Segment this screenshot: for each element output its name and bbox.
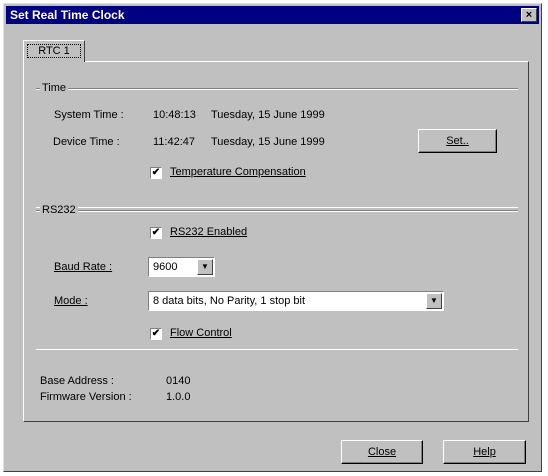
device-date-value: Tuesday, 15 June 1999: [211, 136, 325, 148]
device-time-label: Device Time :: [53, 136, 120, 148]
close-button[interactable]: Close: [341, 440, 423, 464]
chevron-down-icon[interactable]: ▼: [426, 293, 442, 309]
firmware-version-label: Firmware Version :: [40, 391, 132, 403]
close-icon: ×: [525, 9, 533, 21]
device-time-value: 11:42:47: [153, 136, 196, 148]
mode-select[interactable]: 8 data bits, No Parity, 1 stop bit ▼: [148, 291, 444, 311]
rs232-enabled-checkbox[interactable]: ✔: [150, 227, 162, 239]
chevron-down-icon[interactable]: ▼: [197, 259, 213, 275]
title-bar[interactable]: Set Real Time Clock ×: [6, 6, 539, 24]
window-title: Set Real Time Clock: [10, 8, 125, 22]
mode-value: 8 data bits, No Parity, 1 stop bit: [153, 295, 306, 307]
set-time-button-label: Set..: [446, 135, 469, 147]
system-time-label: System Time :: [54, 109, 124, 121]
help-button[interactable]: Help: [443, 440, 526, 464]
tab-panel: Time System Time : 10:48:13 Tuesday, 15 …: [23, 61, 529, 422]
temperature-compensation-label[interactable]: Temperature Compensation: [170, 166, 306, 178]
temperature-compensation-checkbox[interactable]: ✔: [150, 167, 162, 179]
close-window-button[interactable]: ×: [521, 8, 537, 22]
checkmark-icon: ✔: [151, 328, 161, 339]
rs232-group: RS232: [36, 204, 518, 350]
tab-rtc1[interactable]: RTC 1: [23, 40, 85, 62]
system-date-value: Tuesday, 15 June 1999: [211, 109, 325, 121]
system-time-value: 10:48:13: [153, 109, 196, 121]
rs232-enabled-label[interactable]: RS232 Enabled: [170, 226, 247, 238]
set-time-button[interactable]: Set..: [418, 129, 497, 153]
firmware-version-value: 1.0.0: [166, 391, 191, 403]
rs232-group-legend: RS232: [40, 204, 78, 216]
close-button-label: Close: [367, 446, 397, 458]
base-address-label: Base Address :: [40, 375, 114, 387]
baud-rate-select[interactable]: 9600 ▼: [148, 257, 215, 277]
baud-rate-label: Baud Rate :: [54, 261, 113, 273]
mode-label: Mode :: [54, 295, 88, 307]
time-group-legend: Time: [40, 82, 69, 94]
baud-rate-value: 9600: [153, 261, 178, 273]
checkmark-icon: ✔: [151, 167, 161, 178]
flow-control-label[interactable]: Flow Control: [170, 327, 232, 339]
flow-control-checkbox[interactable]: ✔: [150, 328, 162, 340]
help-button-label: Help: [473, 446, 496, 458]
checkmark-icon: ✔: [151, 227, 161, 238]
tab-rtc1-label: RTC 1: [27, 44, 81, 58]
base-address-value: 0140: [166, 375, 191, 387]
